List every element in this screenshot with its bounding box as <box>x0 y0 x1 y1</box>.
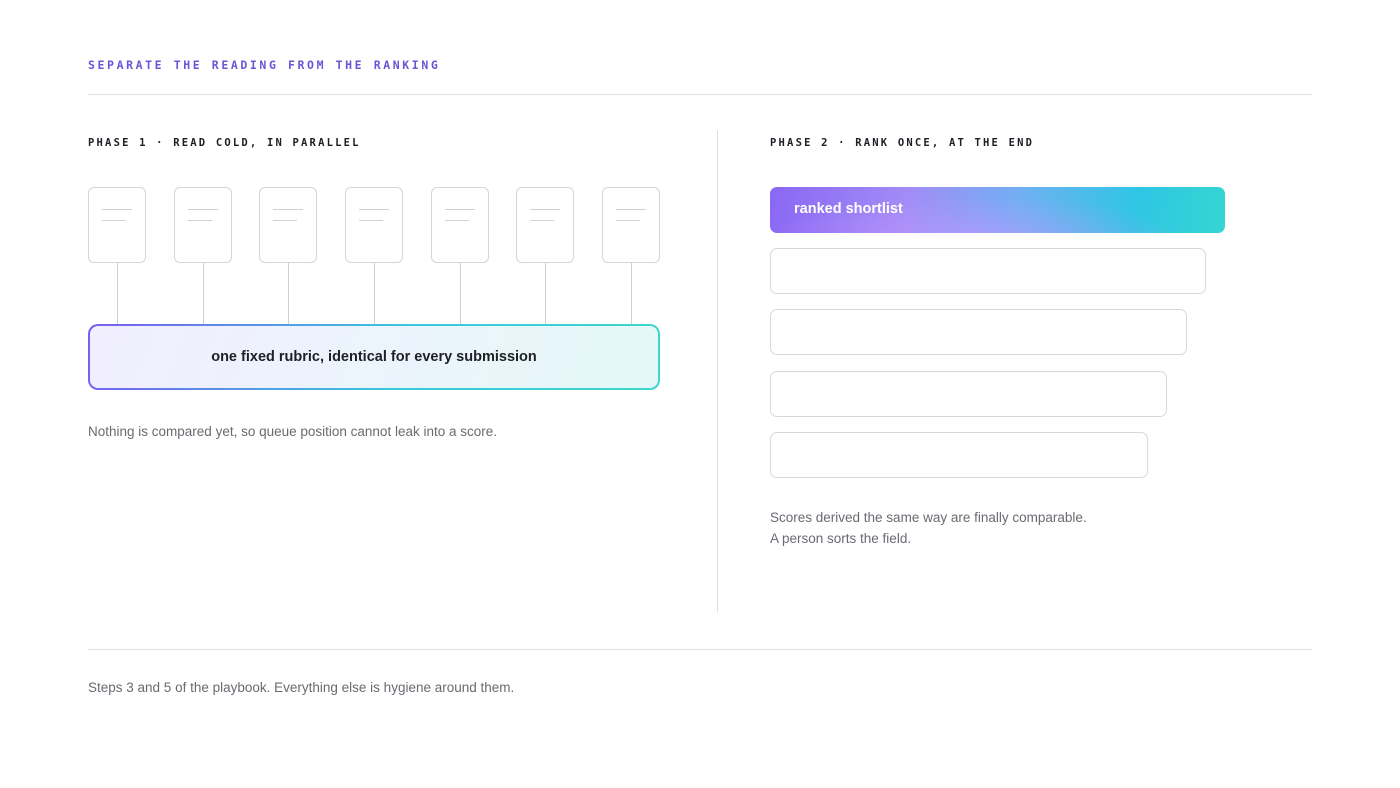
submission-connector <box>288 263 289 324</box>
phase-2-note-line-1: Scores derived the same way are finally … <box>770 510 1087 525</box>
submission-card-text-line <box>188 220 212 221</box>
phase-2-note-line-2: A person sorts the field. <box>770 531 912 546</box>
submission-card-text-line <box>102 209 132 210</box>
phase-2-label: PHASE 2 · RANK ONCE, AT THE END <box>770 137 1035 149</box>
top-divider <box>88 94 1312 95</box>
eyebrow-heading: SEPARATE THE READING FROM THE RANKING <box>88 58 441 72</box>
footer-note: Steps 3 and 5 of the playbook. Everythin… <box>88 680 515 695</box>
submission-connector <box>545 263 546 324</box>
ranked-shortlist-label: ranked shortlist <box>794 201 903 217</box>
submission-connector <box>117 263 118 324</box>
submission-card-text-line <box>102 220 126 221</box>
submission-card-text-line <box>359 209 389 210</box>
submission-card-text-line <box>445 209 475 210</box>
submission-card <box>516 187 574 263</box>
phase-1-label: PHASE 1 · READ COLD, IN PARALLEL <box>88 137 361 149</box>
bottom-divider <box>88 649 1312 650</box>
submission-card <box>345 187 403 263</box>
submission-cards <box>0 0 1400 788</box>
submission-card-text-line <box>445 220 469 221</box>
phase-1-note: Nothing is compared yet, so queue positi… <box>88 424 497 439</box>
submission-card-text-line <box>359 220 383 221</box>
submission-card-text-line <box>273 220 297 221</box>
submission-connector <box>460 263 461 324</box>
submission-card-text-line <box>273 209 303 210</box>
submission-card-text-line <box>616 209 646 210</box>
submission-card <box>259 187 317 263</box>
submission-card <box>88 187 146 263</box>
ranked-shortlist-bar: ranked shortlist <box>770 187 1225 233</box>
submission-card-text-line <box>530 220 554 221</box>
rubric-box: one fixed rubric, identical for every su… <box>88 324 660 390</box>
submission-card-text-line <box>188 209 218 210</box>
submission-connector <box>374 263 375 324</box>
submission-card <box>602 187 660 263</box>
submission-connector <box>631 263 632 324</box>
submission-card <box>174 187 232 263</box>
submission-connector <box>203 263 204 324</box>
rank-slot <box>770 432 1148 478</box>
rank-slot <box>770 309 1187 355</box>
submission-card <box>431 187 489 263</box>
phase-2-note: Scores derived the same way are finally … <box>770 507 1087 549</box>
column-divider <box>717 130 718 612</box>
rank-slot <box>770 248 1206 294</box>
submission-card-text-line <box>616 220 640 221</box>
submission-card-text-line <box>530 209 560 210</box>
rubric-label: one fixed rubric, identical for every su… <box>90 326 658 388</box>
rank-slot <box>770 371 1167 417</box>
